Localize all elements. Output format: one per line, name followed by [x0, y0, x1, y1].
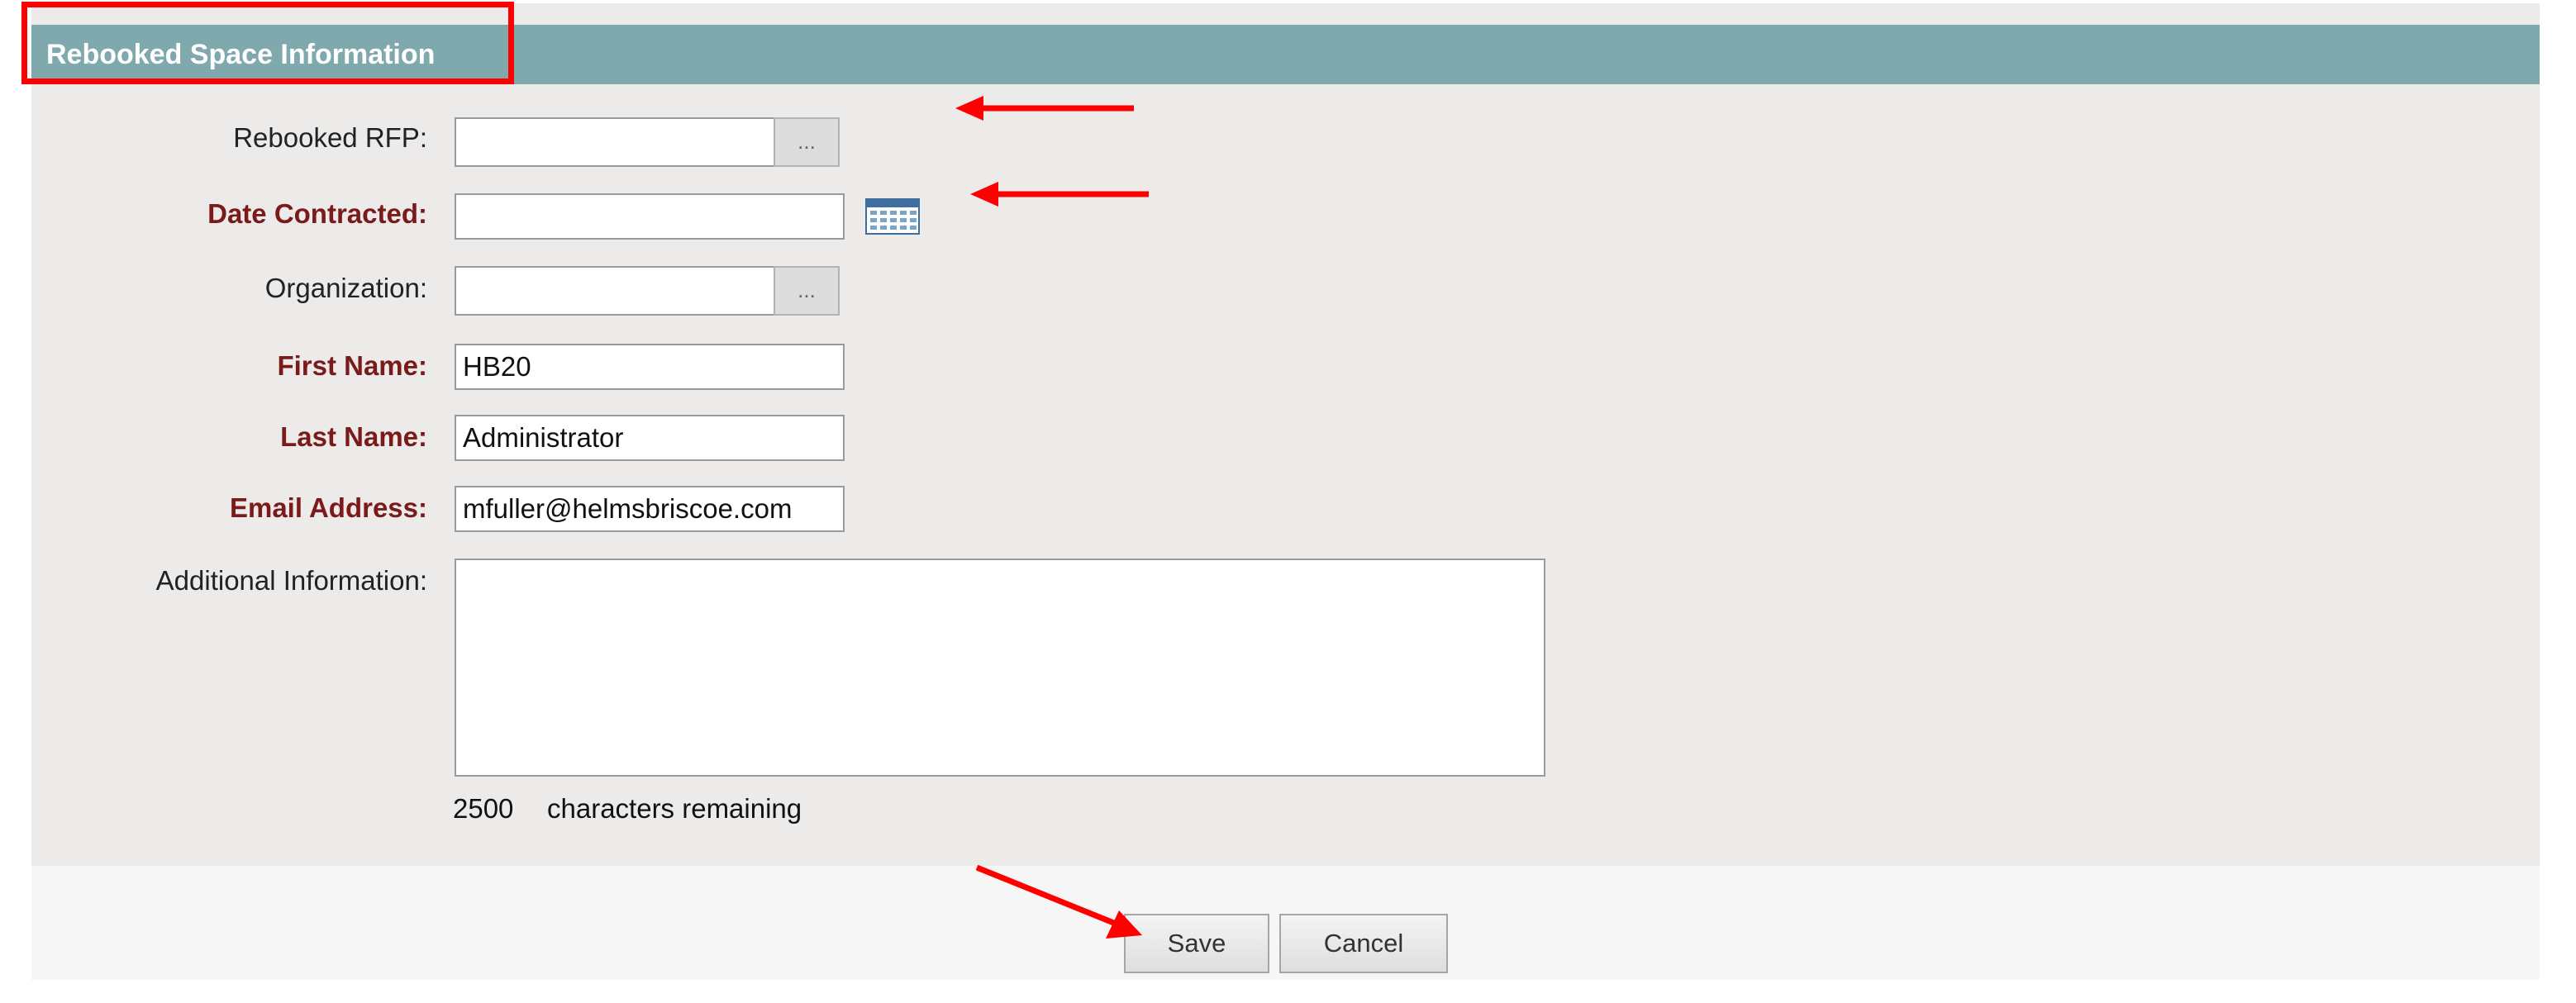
organization-input[interactable] — [455, 266, 775, 316]
cancel-button[interactable]: Cancel — [1279, 914, 1448, 973]
date-contracted-input[interactable] — [455, 193, 845, 240]
first-name-label: First Name: — [277, 350, 427, 381]
characters-remaining-text: characters remaining — [547, 793, 802, 824]
organization-lookup-button[interactable]: ... — [774, 266, 840, 316]
last-name-input[interactable] — [455, 415, 845, 461]
annotation-highlight-box — [21, 2, 514, 84]
date-contracted-label: Date Contracted: — [207, 198, 427, 229]
rebooked-rfp-lookup-button[interactable]: ... — [774, 117, 840, 167]
email-address-label: Email Address: — [229, 492, 427, 523]
annotation-arrow-save — [975, 864, 1142, 939]
first-name-input[interactable] — [455, 344, 845, 390]
last-name-label: Last Name: — [280, 421, 427, 452]
calendar-icon[interactable] — [865, 198, 920, 235]
additional-information-textarea[interactable] — [455, 559, 1545, 777]
characters-remaining-count: 2500 — [453, 793, 514, 824]
organization-label: Organization: — [264, 273, 427, 303]
annotation-arrow-rebooked-rfp — [955, 96, 1134, 121]
page: Rebooked Space Information Rebooked RFP:… — [0, 0, 2576, 1003]
additional-information-label: Additional Information: — [155, 565, 427, 596]
rebooked-rfp-input[interactable] — [455, 117, 775, 167]
rebooked-rfp-label: Rebooked RFP: — [233, 122, 427, 153]
annotation-arrow-date-contracted — [970, 182, 1149, 207]
email-address-input[interactable] — [455, 486, 845, 532]
